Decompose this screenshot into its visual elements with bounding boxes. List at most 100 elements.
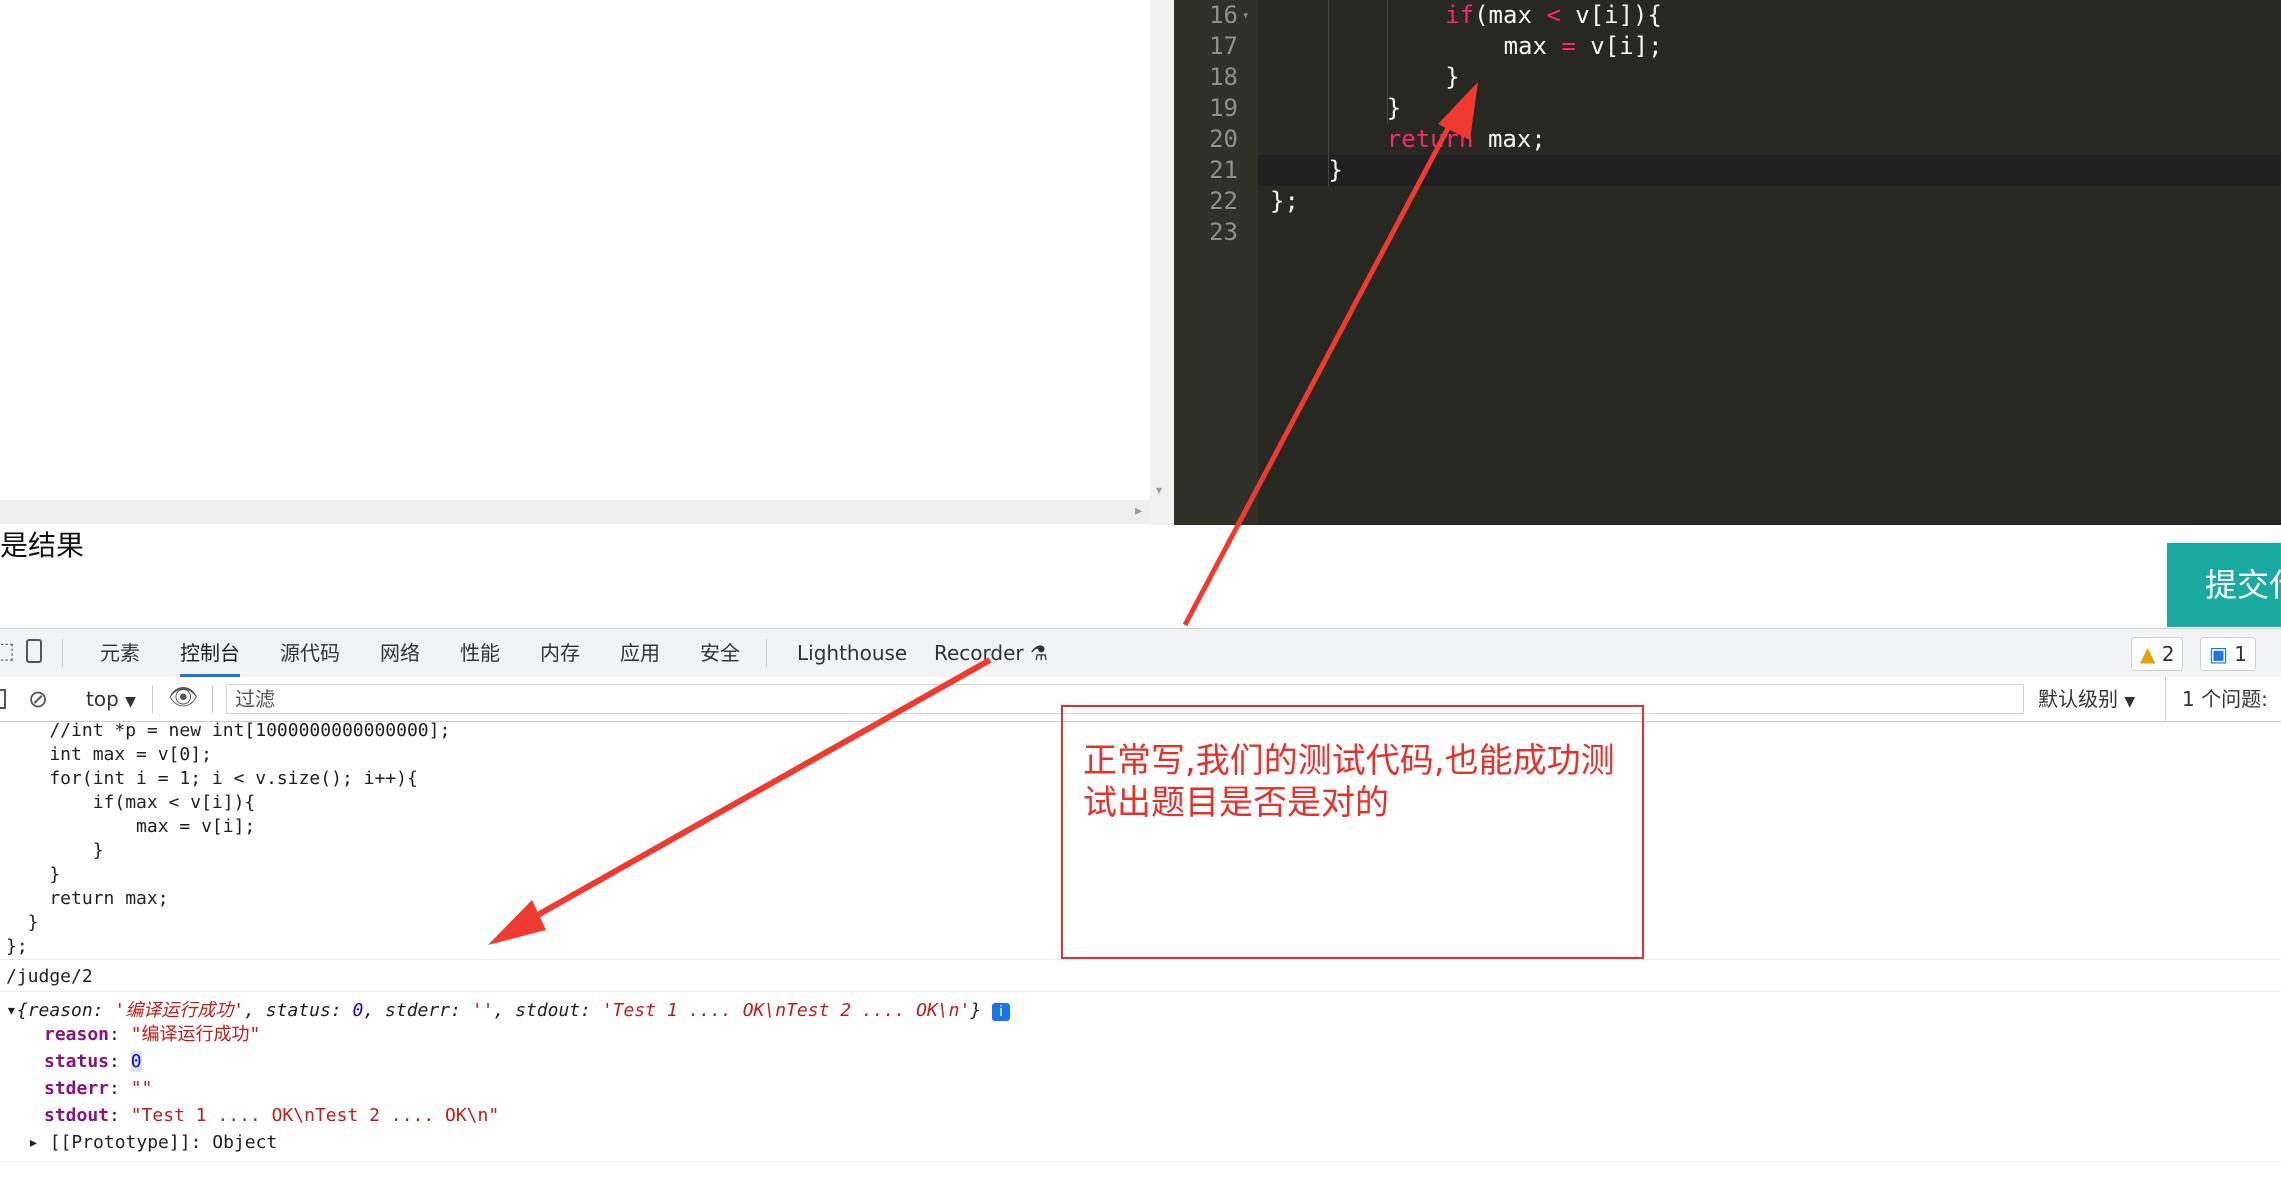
code-token: v[i]; [1575,32,1663,60]
code-token: v[i]){ [1560,1,1662,29]
messages-count: 1 [2234,642,2247,666]
context-select[interactable]: top ▼ [86,677,136,721]
submit-code-button[interactable]: 提交代 [2167,543,2281,627]
prototype-row[interactable]: ▸ [[Prototype]]: Object [28,1131,277,1155]
summary-reason-value: '编译运行成功' [114,1000,245,1021]
message-icon: ▣ [2209,642,2228,666]
code-line: } [1387,93,1401,124]
property-value: "Test 1 .... OK\nTest 2 .... OK\n" [130,1105,500,1126]
property-value: "编译运行成功" [130,1024,261,1045]
devtools-tab[interactable]: 网络 [380,629,420,677]
messages-badge[interactable]: ▣ 1 [2200,637,2256,671]
info-icon[interactable]: i [992,1003,1010,1021]
indent-guide [1328,0,1330,186]
device-toolbar-icon[interactable] [26,639,42,663]
object-property: reason: "编译运行成功" [44,1023,260,1047]
expand-triangle-icon[interactable]: ▾ [6,1000,17,1021]
fold-arrow-icon[interactable]: ▾ [1242,8,1249,22]
vertical-scrollbar[interactable]: ▾ [1150,0,1174,525]
devtools-tab[interactable]: 性能 [460,629,500,677]
code-token: < [1546,1,1561,29]
code-line: return max; [1387,124,1546,155]
line-number: 19 [1209,94,1238,122]
property-key: stderr [44,1078,110,1099]
toolbar-separator [212,685,213,713]
property-key: stdout [44,1105,110,1126]
code-line: } [1328,155,1342,186]
warnings-count: 2 [2161,642,2175,666]
summary-stdout-value: 'Test 1 .... OK\nTest 2 .... OK\n' [601,1000,971,1021]
line-number: 23 [1209,218,1238,246]
summary-stderr-value: '' [471,1000,494,1021]
chevron-down-icon: ▼ [125,694,136,710]
scroll-down-icon[interactable]: ▾ [1156,483,1162,497]
console-code-line: }; [6,936,28,957]
line-number: 21 [1209,156,1238,184]
code-token: if [1445,1,1475,29]
context-label: top [86,687,119,711]
result-heading: 是结果 [0,529,85,562]
code-token: (max [1474,1,1547,29]
expand-triangle-icon[interactable]: ▸ [28,1132,39,1153]
console-code-line: if(max < v[i]){ [6,792,256,813]
horizontal-scrollbar[interactable]: ▸ [0,500,1150,524]
page-blank-area [0,0,1150,525]
prototype-label: [[Prototype]]: Object [49,1132,278,1153]
devtools-tab[interactable]: 控制台 [180,629,240,677]
log-separator [0,959,2281,960]
devtools-tab[interactable]: 元素 [100,629,140,677]
devtools-tab[interactable]: 应用 [620,629,660,677]
warnings-badge[interactable]: ▲ 2 [2131,637,2184,671]
object-property: stderr: "" [44,1077,152,1101]
url-log: /judge/2 [6,966,93,987]
filter-placeholder: 过滤 [235,687,275,711]
issues-button[interactable]: 1 个问题: [2165,677,2268,721]
line-number-gutter: 16 ▾ 17 18 19 20 21 22 23 [1174,0,1258,525]
code-line: if(max < v[i]){ [1445,0,1662,31]
code-editor[interactable]: 16 ▾ 17 18 19 20 21 22 23 if(max < v[i]){max = v… [1174,0,2281,525]
console-code-line: int max = v[0]; [6,744,212,765]
scroll-right-icon[interactable]: ▸ [1135,503,1142,519]
console-code-line: return max; [6,888,169,909]
summary-status-key: status [265,1000,331,1021]
code-line: } [1445,62,1459,93]
devtools-tab-bar: ⬚ 元素 控制台 源代码 网络 性能 内存 应用 安全 Lighthouse Recorder ⚗… [0,629,2281,678]
property-value: "" [130,1078,153,1099]
summary-stderr-key: stderr [385,1000,451,1021]
chevron-down-icon: ▼ [2124,694,2136,710]
devtools-tab[interactable]: Recorder ⚗ [934,629,1048,677]
toolbar-separator [152,685,153,713]
devtools-tab[interactable]: 源代码 [280,629,340,677]
sidebar-toggle-icon[interactable] [0,689,6,709]
console-code-line: max = v[i]; [6,816,256,837]
warning-icon: ▲ [2140,642,2156,666]
object-summary[interactable]: ▾{reason: '编译运行成功', status: 0, stderr: '… [6,999,1010,1023]
line-number: 20 [1209,125,1238,153]
tab-separator [62,639,63,667]
console-code-line: for(int i = 1; i < v.size(); i++){ [6,768,418,789]
summary-reason-key: reason [27,1000,93,1021]
tab-separator [766,639,767,667]
line-number: 22 [1209,187,1238,215]
console-code-line: } [6,840,104,861]
log-level-label: 默认级别 [2038,687,2118,711]
inspect-icon[interactable]: ⬚ [0,639,15,664]
code-token: = [1561,32,1576,60]
devtools-tab[interactable]: 安全 [700,629,740,677]
clear-console-icon[interactable]: ⊘ [28,685,48,713]
code-token: } [1445,63,1460,91]
code-token: } [1386,94,1402,122]
indent-guide [1386,0,1388,124]
console-code-line: } [6,912,39,933]
line-number: 18 [1209,63,1238,91]
devtools-tab[interactable]: Lighthouse [797,629,907,677]
live-expression-eye-icon[interactable]: 👁 [168,683,198,711]
code-token: }; [1270,187,1299,215]
object-property: status: 0 [44,1050,142,1074]
devtools-tab[interactable]: 内存 [540,629,580,677]
code-line: }; [1270,186,1299,217]
log-level-select[interactable]: 默认级别 ▼ [2038,677,2135,721]
line-number: 16 [1209,1,1238,29]
property-colon: : [109,1078,131,1099]
log-separator [0,1161,2281,1162]
